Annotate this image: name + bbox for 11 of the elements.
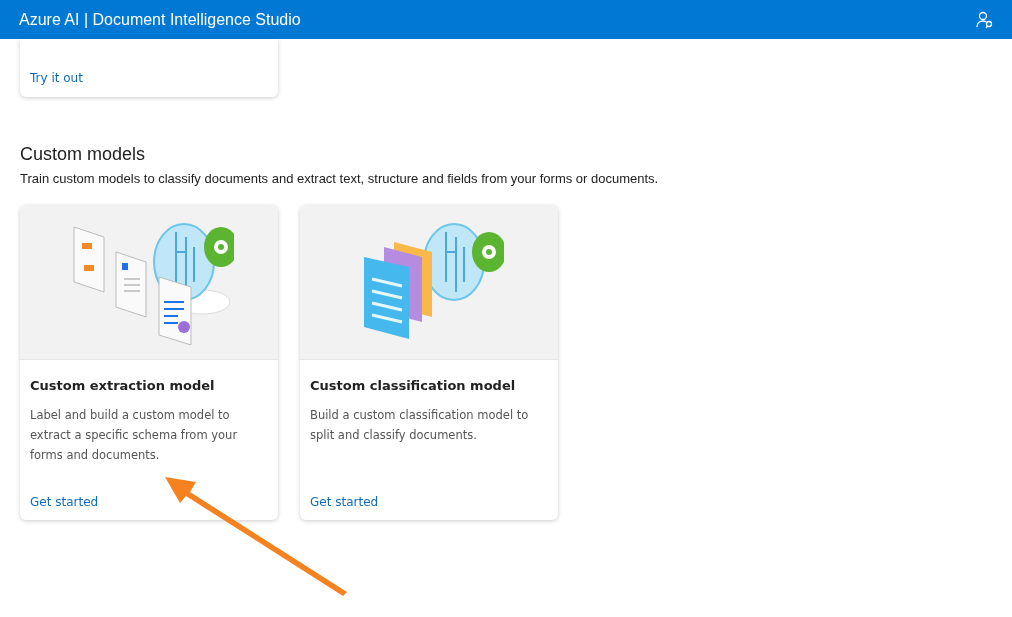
card-title: Custom extraction model <box>30 378 216 393</box>
card-description: Build a custom classification model to split and classify documents. <box>310 407 530 444</box>
card-description: Label and build a custom model to extract a specific schema from your forms and documents. <box>30 407 239 464</box>
section-description: Train custom models to classify documents and extract text, structure and fields from your forms or documents. <box>20 171 660 186</box>
card-title: Custom classification model <box>310 378 517 393</box>
account-settings-icon[interactable] <box>976 10 994 29</box>
get-started-link[interactable]: Get started <box>30 495 99 509</box>
section-heading: Custom models <box>20 144 147 165</box>
try-it-out-link[interactable]: Try it out <box>30 71 83 85</box>
app-title: Azure AI | Document Intelligence Studio <box>19 10 301 29</box>
get-started-link[interactable]: Get started <box>310 495 379 509</box>
